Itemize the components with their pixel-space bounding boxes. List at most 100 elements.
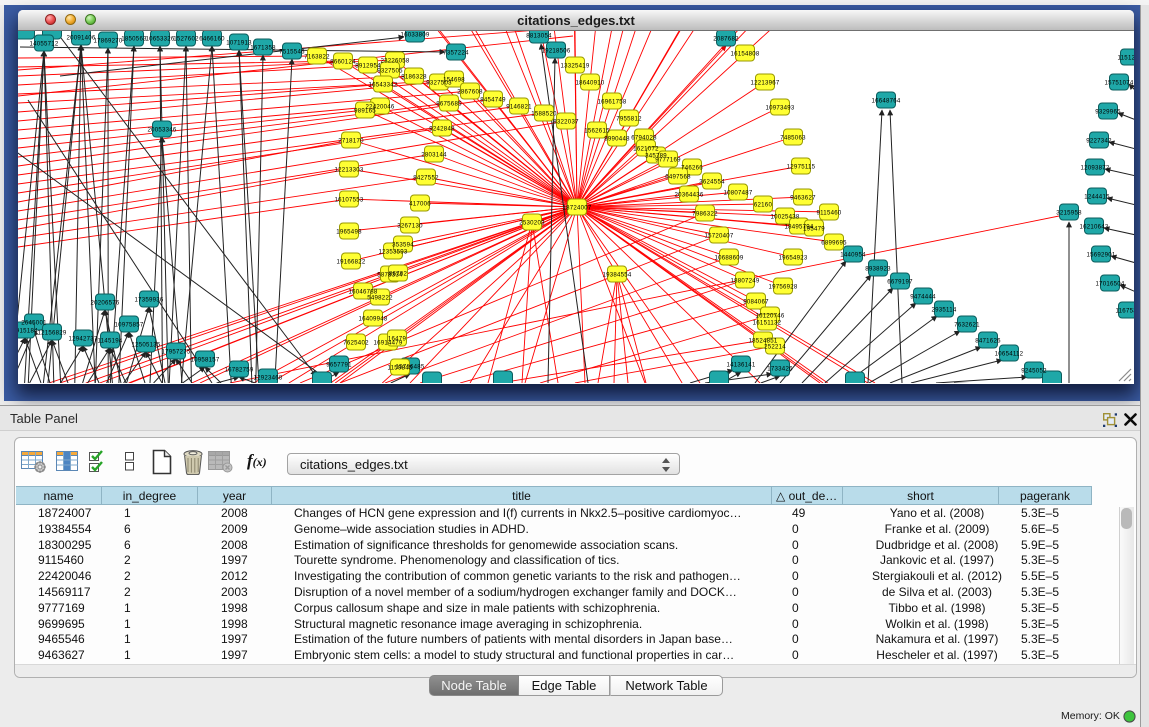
svg-text:9327505: 9327505: [377, 67, 403, 74]
svg-text:16648764: 16648764: [871, 97, 900, 104]
svg-text:12093872: 12093872: [1080, 164, 1109, 171]
svg-text:16033809: 16033809: [400, 31, 429, 38]
svg-text:9115460: 9115460: [816, 209, 841, 216]
svg-text:16107553: 16107553: [334, 196, 363, 203]
svg-text:417006: 417006: [409, 200, 431, 207]
svg-text:10688609: 10688609: [714, 254, 743, 261]
svg-text:1527602: 1527602: [173, 35, 199, 42]
svg-text:16543342: 16543342: [368, 81, 397, 88]
svg-text:19654923: 19654923: [778, 254, 807, 261]
svg-text:9657791: 9657791: [326, 361, 352, 368]
svg-text:12505135: 12505135: [131, 341, 160, 348]
svg-text:8938923: 8938923: [865, 265, 891, 272]
svg-text:8322037: 8322037: [553, 118, 579, 125]
svg-text:15751074: 15751074: [1104, 79, 1133, 86]
svg-text:7955812: 7955812: [616, 115, 642, 122]
svg-text:9463627: 9463627: [790, 194, 816, 201]
svg-text:1733426: 1733426: [767, 365, 793, 372]
svg-text:12942737: 12942737: [68, 335, 97, 342]
svg-text:9227342: 9227342: [1086, 137, 1112, 144]
svg-text:7357224: 7357224: [443, 49, 469, 56]
svg-text:12975115: 12975115: [787, 163, 816, 170]
svg-text:7485063: 7485063: [780, 134, 806, 141]
svg-text:2530203: 2530203: [519, 219, 545, 226]
svg-text:2935114: 2935114: [931, 306, 956, 313]
svg-text:7632621: 7632621: [954, 321, 980, 328]
svg-text:3267130: 3267130: [397, 222, 423, 229]
svg-text:20091406: 20091406: [66, 34, 95, 41]
svg-text:12353593: 12353593: [378, 248, 407, 255]
svg-text:1588520: 1588520: [531, 110, 557, 117]
svg-text:1145194: 1145194: [97, 337, 122, 344]
svg-text:2718170: 2718170: [338, 137, 364, 144]
svg-text:16151132: 16151132: [753, 319, 782, 326]
svg-text:15692901: 15692901: [1086, 251, 1115, 258]
svg-text:17869270: 17869270: [93, 37, 122, 44]
svg-text:9084067: 9084067: [743, 298, 769, 305]
svg-text:9329965: 9329965: [1095, 108, 1121, 115]
svg-text:10973493: 10973493: [765, 104, 794, 111]
svg-text:1167533: 1167533: [1115, 307, 1134, 314]
svg-text:2645001: 2645001: [21, 319, 47, 326]
svg-text:1562615: 1562615: [584, 127, 610, 134]
svg-text:20053346: 20053346: [147, 126, 176, 133]
svg-text:19384554: 19384554: [602, 271, 631, 278]
svg-text:12923468: 12923468: [253, 374, 282, 381]
svg-text:16409948: 16409948: [358, 315, 387, 322]
svg-text:1244415: 1244415: [1084, 193, 1110, 200]
svg-text:16961758: 16961758: [597, 98, 626, 105]
svg-text:8427552: 8427552: [413, 174, 439, 181]
svg-text:8186328: 8186328: [401, 73, 427, 80]
svg-text:9777169: 9777169: [655, 156, 681, 163]
svg-text:1071913: 1071913: [226, 39, 252, 46]
svg-text:16154808: 16154808: [730, 50, 759, 57]
svg-text:8990448: 8990448: [604, 135, 630, 142]
svg-text:5498222: 5498222: [367, 294, 393, 301]
svg-text:13325419: 13325419: [560, 62, 589, 69]
svg-text:195479: 195479: [803, 225, 825, 232]
svg-text:17359936: 17359936: [134, 296, 163, 303]
svg-text:10958157: 10958157: [190, 356, 219, 363]
svg-text:2087682: 2087682: [713, 35, 739, 42]
svg-text:23226058: 23226058: [380, 57, 409, 64]
svg-text:20364436: 20364436: [674, 191, 703, 198]
svg-text:6466160: 6466160: [199, 35, 225, 42]
svg-text:10654112: 10654112: [995, 350, 1024, 357]
svg-text:19756928: 19756928: [768, 283, 797, 290]
svg-text:2803144: 2803144: [421, 151, 447, 158]
svg-text:3915184: 3915184: [18, 327, 38, 334]
svg-text:353594: 353594: [392, 241, 414, 248]
svg-text:14055712: 14055712: [29, 40, 58, 47]
svg-text:17957275: 17957275: [161, 348, 190, 355]
svg-text:1850563: 1850563: [121, 35, 147, 42]
svg-text:19166822: 19166822: [336, 258, 365, 265]
svg-text:8813054: 8813054: [526, 32, 552, 39]
svg-text:1965498: 1965498: [336, 228, 362, 235]
svg-text:989165: 989165: [354, 107, 376, 114]
svg-text:17016504: 17016504: [1095, 280, 1124, 287]
svg-text:19218506: 19218506: [541, 47, 570, 54]
svg-text:9146821: 9146821: [506, 103, 532, 110]
svg-text:12213967: 12213967: [750, 79, 779, 86]
svg-text:6497568: 6497568: [665, 173, 691, 180]
svg-text:16782759: 16782759: [224, 366, 253, 373]
svg-text:16210643: 16210643: [1079, 223, 1108, 230]
svg-text:3624554: 3624554: [699, 178, 725, 185]
svg-text:6899695: 6899695: [821, 239, 847, 246]
svg-text:7163822: 7163822: [304, 53, 330, 60]
svg-text:18724007: 18724007: [562, 204, 591, 211]
svg-text:20206576: 20206576: [90, 299, 119, 306]
svg-text:1159845: 1159845: [387, 364, 412, 371]
svg-text:62160: 62160: [754, 201, 773, 208]
svg-text:12156829: 12156829: [37, 329, 66, 336]
svg-text:10653326: 10653326: [145, 35, 174, 42]
svg-text:1671358: 1671358: [250, 44, 276, 51]
svg-text:10975857: 10975857: [114, 321, 143, 328]
svg-text:10025438: 10025438: [770, 213, 799, 220]
svg-text:8675685: 8675685: [436, 100, 462, 107]
svg-text:6794028: 6794028: [631, 134, 657, 141]
svg-text:18807249: 18807249: [730, 277, 759, 284]
svg-text:7986322: 7986322: [692, 210, 718, 217]
svg-text:7515546: 7515546: [279, 48, 305, 55]
svg-text:1151274: 1151274: [1117, 54, 1134, 61]
